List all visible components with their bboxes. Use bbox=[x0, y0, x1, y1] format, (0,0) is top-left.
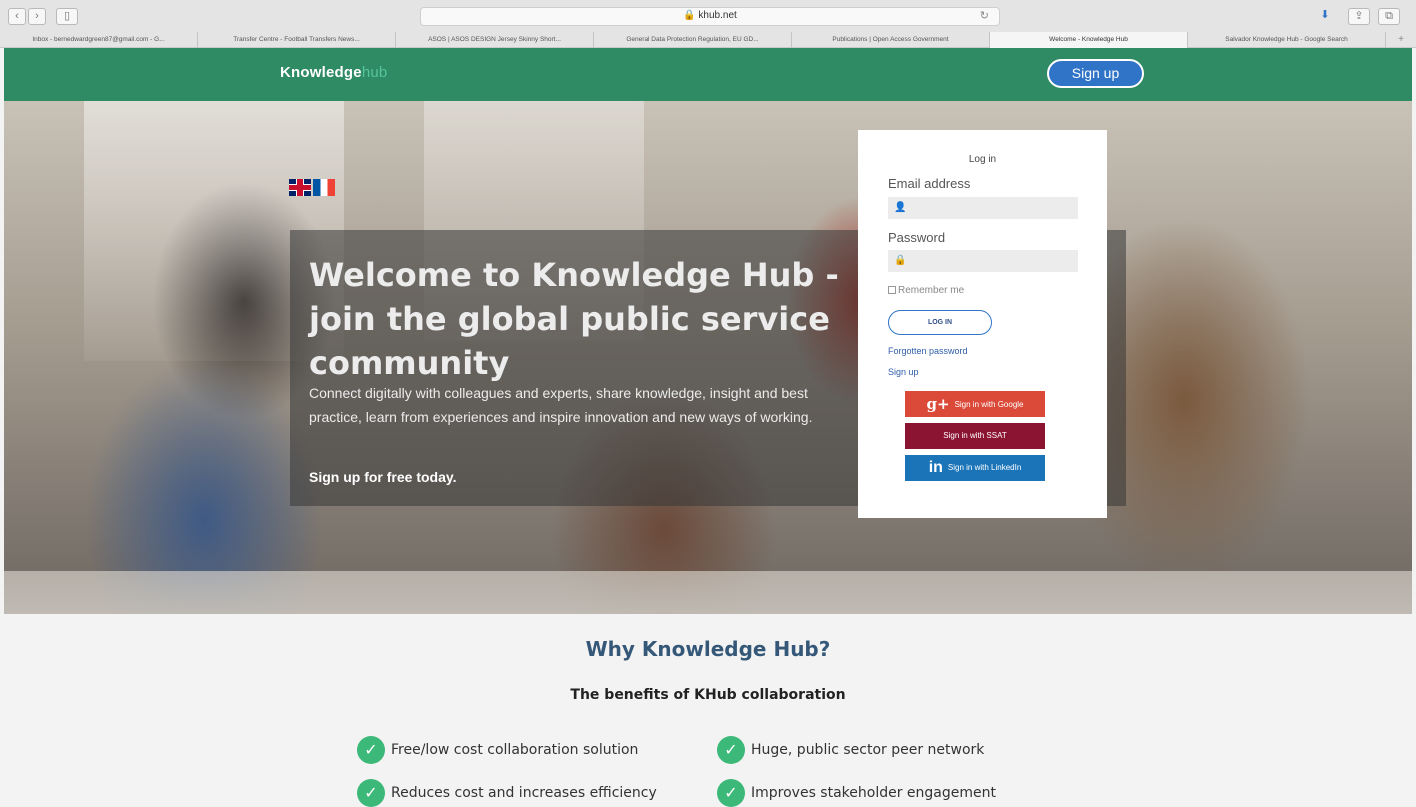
login-button[interactable]: LOG IN bbox=[888, 310, 992, 335]
address-bar[interactable]: 🔒 khub.net ↻ bbox=[420, 7, 1000, 26]
tab-google-search[interactable]: Salvador Knowledge Hub - Google Search bbox=[1188, 32, 1386, 48]
benefit-text: Improves stakeholder engagement bbox=[751, 785, 996, 801]
linkedin-icon: in bbox=[928, 459, 943, 476]
hero-description: Connect digitally with colleagues and ex… bbox=[309, 385, 813, 425]
google-signin-button[interactable]: g+ Sign in with Google bbox=[905, 391, 1045, 417]
why-heading: Why Knowledge Hub? bbox=[585, 637, 831, 661]
back-icon[interactable]: ‹ bbox=[8, 8, 26, 25]
linkedin-signin-label: Sign in with LinkedIn bbox=[947, 463, 1022, 472]
forward-icon[interactable]: › bbox=[28, 8, 46, 25]
benefit-text: Huge, public sector peer network bbox=[751, 742, 985, 758]
benefit-text: Reduces cost and increases efficiency bbox=[391, 785, 657, 801]
remember-me[interactable]: Remember me bbox=[888, 285, 964, 296]
site-header: Knowledgehub Sign up bbox=[4, 48, 1412, 101]
language-flags bbox=[289, 179, 335, 196]
google-signin-label: Sign in with Google bbox=[954, 400, 1024, 409]
check-icon: ✓ bbox=[717, 779, 745, 807]
check-icon: ✓ bbox=[357, 779, 385, 807]
forgotten-password-link[interactable]: Forgotten password bbox=[888, 346, 968, 356]
user-icon: 👤 bbox=[894, 202, 907, 213]
header-signup-button[interactable]: Sign up bbox=[1047, 59, 1144, 88]
login-title: Log in bbox=[968, 154, 997, 165]
remember-label: Remember me bbox=[898, 285, 965, 296]
tab-publications[interactable]: Publications | Open Access Government bbox=[792, 32, 990, 48]
downloads-icon[interactable]: ⬇ bbox=[1310, 8, 1340, 25]
email-field[interactable]: 👤 bbox=[888, 197, 1078, 219]
benefit-item: ✓ Improves stakeholder engagement bbox=[717, 779, 996, 807]
knowledge-hub-logo[interactable]: Knowledgehub bbox=[280, 64, 387, 81]
tab-inbox[interactable]: Inbox - bernedwardgreen87@gmail.com - G.… bbox=[0, 32, 198, 48]
reload-icon[interactable]: ↻ bbox=[980, 9, 989, 22]
benefit-item: ✓ Huge, public sector peer network bbox=[717, 736, 984, 764]
tab-transfer-centre[interactable]: Transfer Centre - Football Transfers New… bbox=[198, 32, 396, 48]
linkedin-signin-button[interactable]: in Sign in with LinkedIn bbox=[905, 455, 1045, 481]
hero-photo-table bbox=[4, 571, 1412, 614]
check-icon: ✓ bbox=[357, 736, 385, 764]
tabs-overview-icon[interactable]: ⧉ bbox=[1378, 8, 1400, 25]
benefits-subheading: The benefits of KHub collaboration bbox=[570, 687, 846, 703]
ssat-signin-button[interactable]: Sign in with SSAT bbox=[905, 423, 1045, 449]
browser-toolbar: ‹ › ▯ 🔒 khub.net ↻ ⬇ ⇪ ⧉ bbox=[0, 0, 1416, 32]
browser-chrome: ‹ › ▯ 🔒 khub.net ↻ ⬇ ⇪ ⧉ Inbox - bernedw… bbox=[0, 0, 1416, 48]
signup-link[interactable]: Sign up bbox=[888, 367, 919, 377]
share-icon[interactable]: ⇪ bbox=[1348, 8, 1370, 25]
email-label: Email address bbox=[888, 176, 971, 191]
sidebar-icon[interactable]: ▯ bbox=[56, 8, 78, 25]
check-icon: ✓ bbox=[717, 736, 745, 764]
password-label: Password bbox=[888, 230, 946, 245]
hero-banner: Welcome to Knowledge Hub - join the glob… bbox=[4, 101, 1412, 614]
tab-gdpr[interactable]: General Data Protection Regulation, EU G… bbox=[594, 32, 792, 48]
lock-icon: 🔒 bbox=[894, 255, 907, 266]
tab-knowledge-hub[interactable]: Welcome - Knowledge Hub bbox=[990, 32, 1188, 48]
benefit-item: ✓ Free/low cost collaboration solution bbox=[357, 736, 638, 764]
uk-flag-icon[interactable] bbox=[289, 179, 311, 196]
new-tab-icon[interactable]: + bbox=[1386, 32, 1416, 48]
france-flag-icon[interactable] bbox=[313, 179, 335, 196]
benefit-text: Free/low cost collaboration solution bbox=[391, 742, 639, 758]
tab-asos[interactable]: ASOS | ASOS DESIGN Jersey Skinny Short..… bbox=[396, 32, 594, 48]
google-plus-icon: g+ bbox=[926, 395, 950, 413]
url-text: 🔒 khub.net bbox=[683, 10, 737, 21]
password-field[interactable]: 🔒 bbox=[888, 250, 1078, 272]
hero-signup-cta[interactable]: Sign up for free today. bbox=[309, 469, 457, 485]
hero-title: Welcome to Knowledge Hub - join the glob… bbox=[309, 256, 839, 382]
tab-bar: Inbox - bernedwardgreen87@gmail.com - G.… bbox=[0, 32, 1416, 48]
remember-checkbox[interactable] bbox=[888, 286, 896, 294]
login-panel: Log in Email address 👤 Password 🔒 Rememb… bbox=[858, 130, 1107, 518]
benefit-item: ✓ Reduces cost and increases efficiency bbox=[357, 779, 657, 807]
